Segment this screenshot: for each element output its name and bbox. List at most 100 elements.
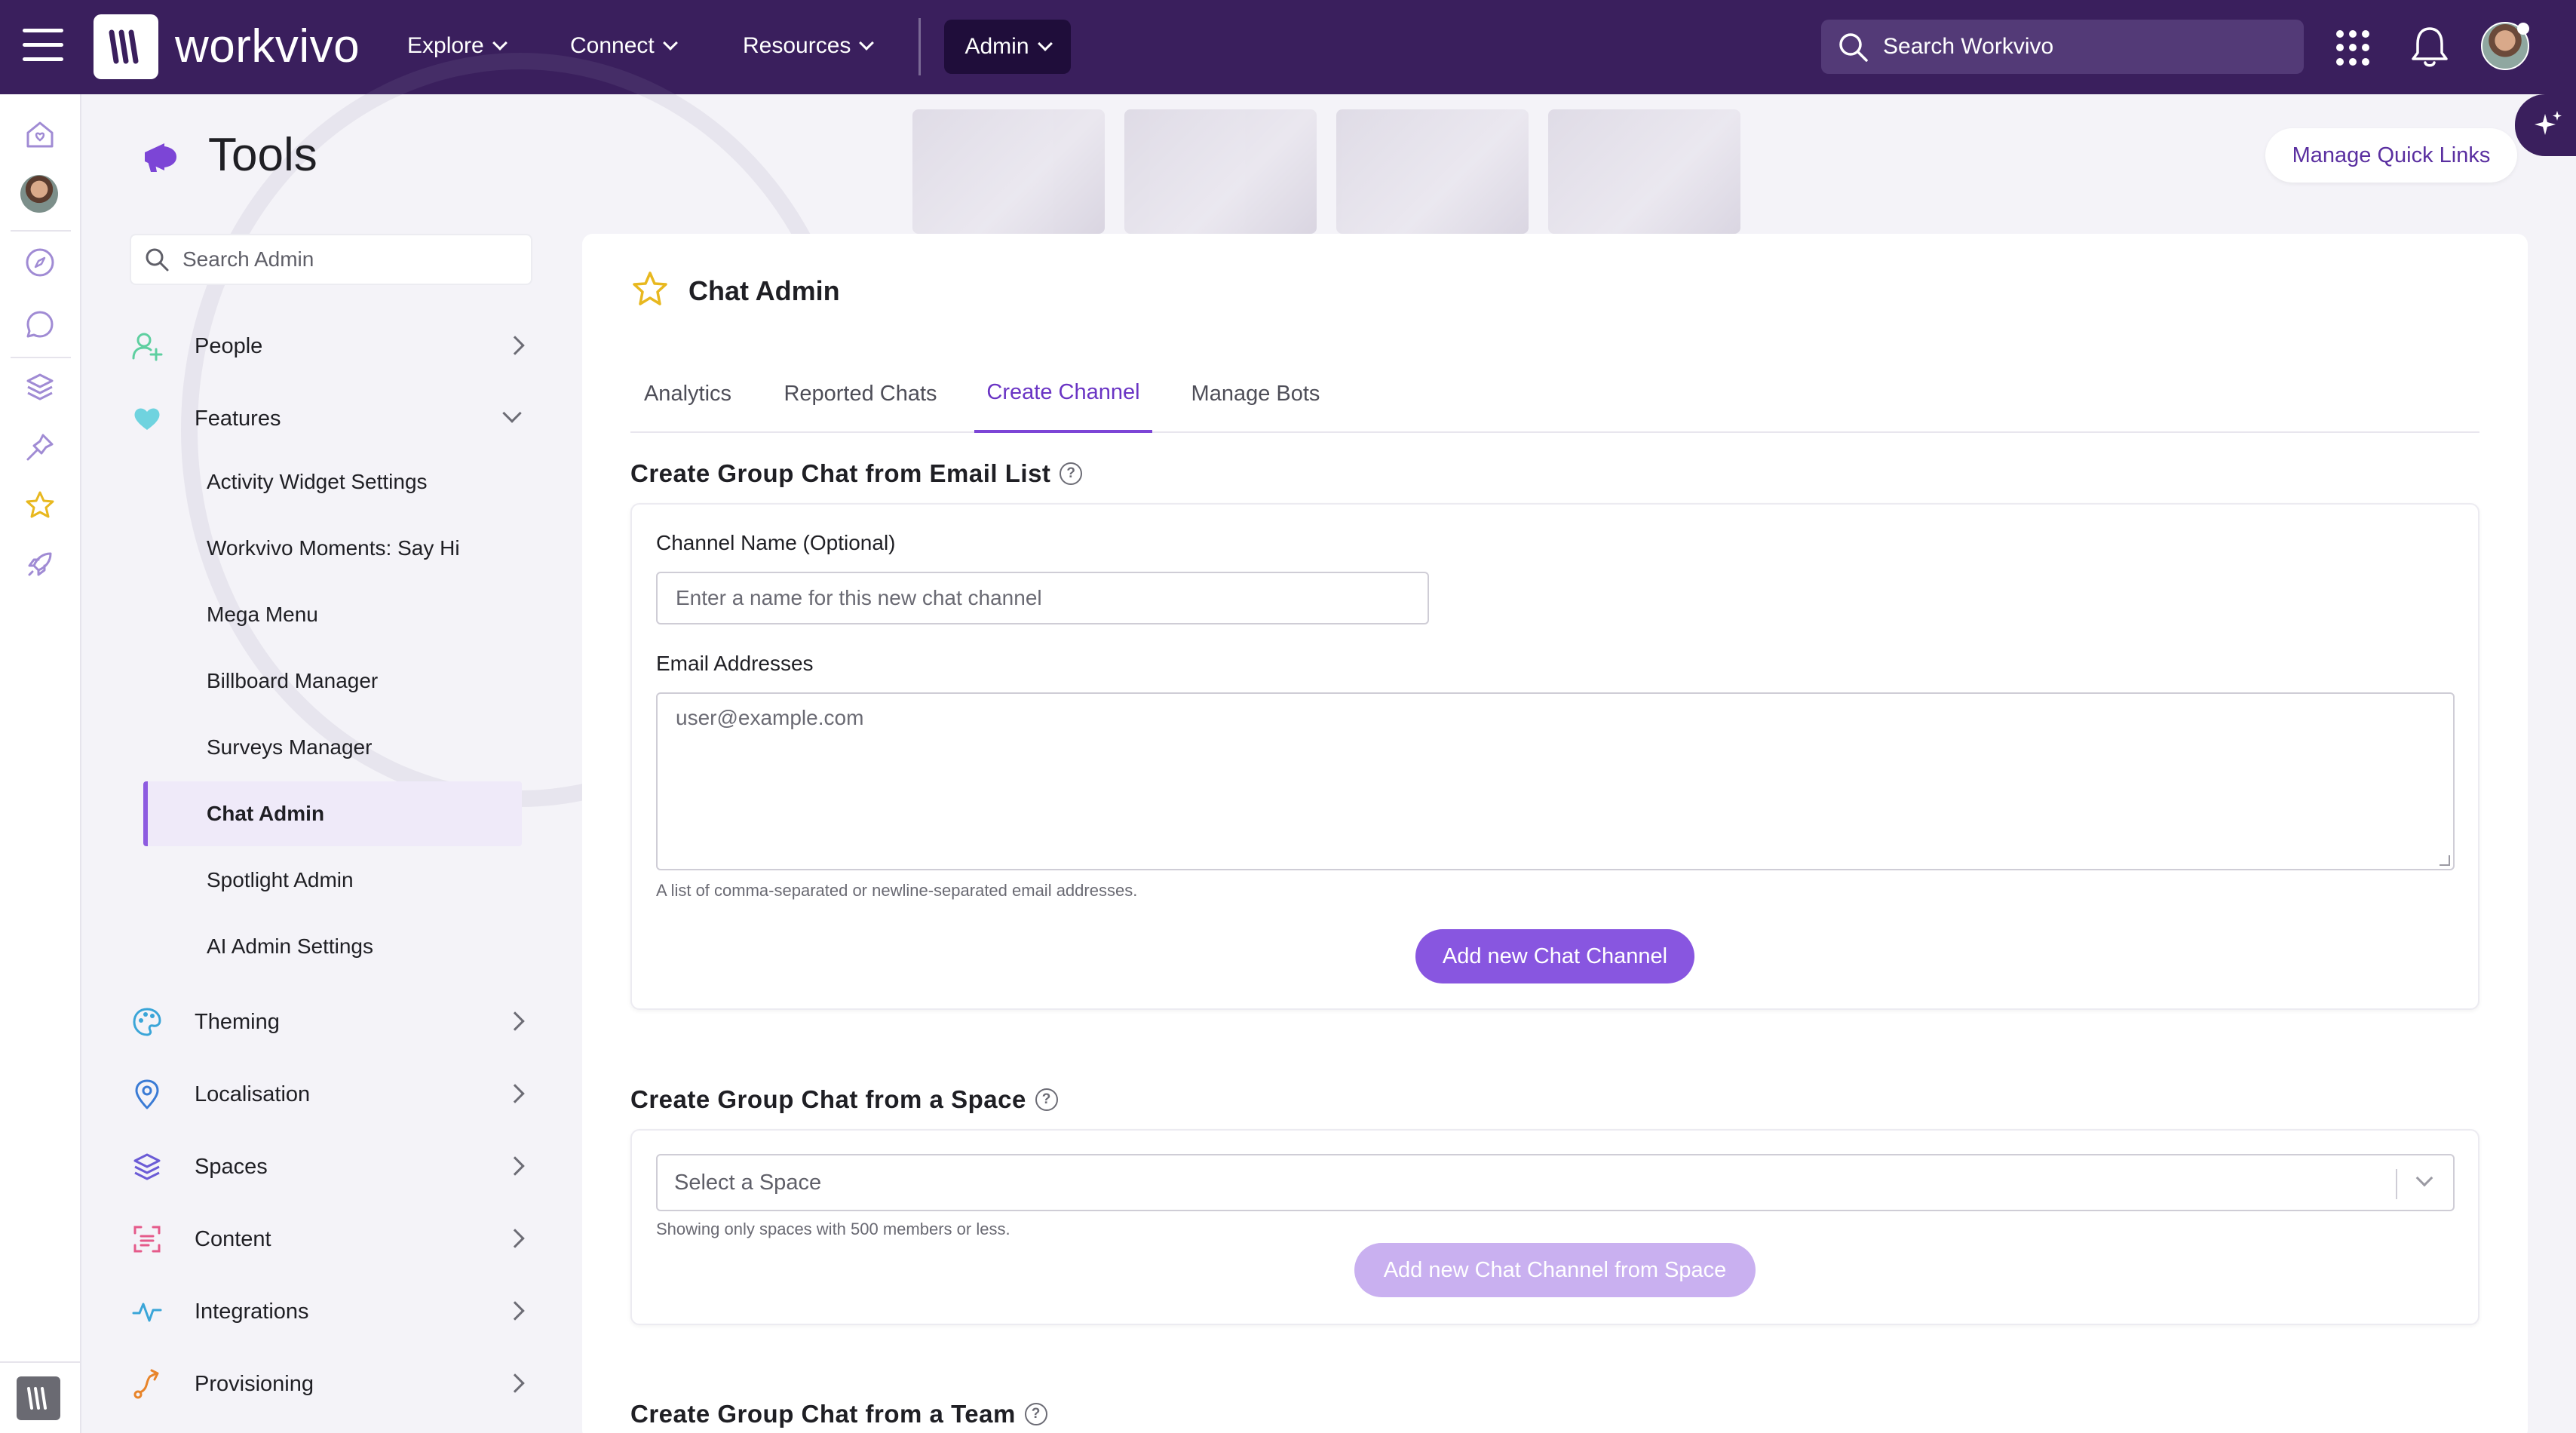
star-icon[interactable] — [23, 488, 57, 523]
nav-connect[interactable]: Connect — [570, 30, 678, 62]
select-divider — [2396, 1169, 2397, 1199]
chevron-right-icon — [505, 1156, 525, 1176]
channel-name-input[interactable]: Enter a name for this new chat channel — [656, 572, 1429, 624]
chevron-right-icon — [505, 1373, 525, 1393]
chevron-down-icon — [1037, 36, 1053, 51]
tab-reported-chats[interactable]: Reported Chats — [774, 354, 947, 433]
sidebar-item-surveys-manager[interactable]: Surveys Manager — [143, 715, 522, 780]
ai-assistant-button[interactable] — [2515, 94, 2576, 156]
top-navigation-bar: workvivo Explore Connect Resources Admin… — [0, 0, 2576, 94]
route-icon — [130, 1367, 164, 1401]
chevron-right-icon — [505, 1301, 525, 1321]
email-addresses-label: Email Addresses — [656, 652, 814, 675]
add-chat-channel-button[interactable]: Add new Chat Channel — [1415, 929, 1694, 983]
workvivo-logo-icon[interactable] — [94, 14, 158, 79]
chevron-down-icon — [2415, 1169, 2433, 1187]
status-dot — [2517, 23, 2529, 35]
tab-analytics[interactable]: Analytics — [630, 354, 745, 433]
sidebar-item-mega-menu[interactable]: Mega Menu — [143, 582, 522, 647]
chevron-right-icon — [505, 1084, 525, 1103]
sidebar-item-workvivo-moments[interactable]: Workvivo Moments: Say Hi — [143, 516, 522, 581]
sidebar-item-label: Integrations — [195, 1299, 309, 1324]
sidebar-item-billboard-manager[interactable]: Billboard Manager — [143, 649, 522, 713]
sidebar-item-activity-widget-settings[interactable]: Activity Widget Settings — [143, 450, 522, 514]
channel-name-label: Channel Name (Optional) — [656, 531, 896, 554]
sidebar-item-provisioning[interactable]: Provisioning — [130, 1361, 532, 1407]
apps-grid-icon[interactable] — [2336, 30, 2372, 66]
chevron-down-icon — [662, 35, 678, 51]
help-icon[interactable]: ? — [1035, 1088, 1058, 1111]
sidebar-item-integrations[interactable]: Integrations — [130, 1289, 532, 1334]
sidebar-item-people[interactable]: People — [130, 324, 532, 369]
sidebar-item-chat-admin[interactable]: Chat Admin — [143, 781, 522, 846]
compass-icon[interactable] — [23, 245, 57, 280]
email-addresses-placeholder: user@example.com — [676, 706, 864, 729]
sidebar-item-label: Localisation — [195, 1082, 311, 1106]
sidebar-item-ai-admin-settings[interactable]: AI Admin Settings — [143, 914, 522, 979]
sidebar-item-features[interactable]: Features — [130, 396, 532, 441]
location-pin-icon — [130, 1077, 164, 1112]
search-icon — [1839, 33, 1868, 62]
sidebar-item-theming[interactable]: Theming — [130, 999, 532, 1045]
chevron-right-icon — [505, 1229, 525, 1248]
favorite-star-icon[interactable] — [630, 270, 670, 309]
sidebar-item-label: Theming — [195, 1009, 280, 1034]
nav-admin[interactable]: Admin — [944, 20, 1071, 74]
chat-admin-tabs: Analytics Reported Chats Create Channel … — [630, 354, 2479, 433]
nav-resources[interactable]: Resources — [743, 30, 875, 62]
chevron-down-icon — [492, 35, 508, 51]
chevron-down-icon — [502, 404, 522, 423]
rail-divider — [11, 230, 71, 232]
notifications-bell-icon[interactable] — [2409, 24, 2451, 69]
space-section-title: Create Group Chat from a Space ? — [630, 1083, 1058, 1116]
space-select[interactable]: Select a Space — [656, 1154, 2455, 1211]
email-addresses-textarea[interactable]: user@example.com — [656, 692, 2455, 870]
layers-icon — [130, 1149, 164, 1184]
tab-manage-bots[interactable]: Manage Bots — [1178, 354, 1333, 433]
sidebar-item-spotlight-admin[interactable]: Spotlight Admin — [143, 848, 522, 913]
rocket-icon[interactable] — [23, 547, 57, 581]
scan-icon — [130, 1222, 164, 1257]
add-chat-channel-from-space-button[interactable]: Add new Chat Channel from Space — [1354, 1243, 1756, 1297]
sidebar-item-label: Provisioning — [195, 1371, 314, 1396]
home-icon[interactable] — [23, 117, 57, 152]
palette-icon — [130, 1005, 164, 1039]
header-banner-images — [912, 109, 1746, 234]
help-icon[interactable]: ? — [1060, 462, 1083, 485]
workvivo-mini-logo-icon[interactable] — [17, 1376, 60, 1420]
chevron-right-icon — [505, 336, 525, 355]
chat-icon[interactable] — [23, 307, 57, 342]
admin-search-input[interactable]: Search Admin — [130, 234, 532, 285]
pin-icon[interactable] — [23, 430, 57, 465]
sparkle-icon — [2535, 111, 2562, 135]
rail-divider — [11, 357, 71, 358]
card-title: Chat Admin — [688, 275, 840, 306]
sidebar-item-spaces[interactable]: Spaces — [130, 1144, 532, 1189]
sidebar-item-localisation[interactable]: Localisation — [130, 1072, 532, 1117]
layers-icon[interactable] — [23, 370, 57, 404]
manage-quick-links-button[interactable]: Manage Quick Links — [2265, 128, 2517, 183]
resize-handle-icon[interactable] — [2440, 855, 2450, 866]
chevron-down-icon — [859, 35, 875, 51]
admin-search-placeholder: Search Admin — [182, 247, 314, 271]
sidebar-item-label: Spaces — [195, 1154, 268, 1179]
page-title: Tools — [208, 129, 317, 181]
help-icon[interactable]: ? — [1024, 1403, 1047, 1425]
email-section-title: Create Group Chat from Email List ? — [630, 457, 1083, 490]
left-rail — [0, 94, 81, 1433]
sidebar-item-content[interactable]: Content — [130, 1217, 532, 1262]
heart-icon — [130, 401, 164, 436]
menu-icon[interactable] — [23, 29, 63, 62]
space-select-hint: Showing only spaces with 500 members or … — [656, 1220, 1010, 1238]
sidebar-item-label: Features — [195, 406, 281, 431]
tab-create-channel[interactable]: Create Channel — [974, 354, 1152, 433]
sidebar-item-label: People — [195, 333, 263, 358]
global-search-placeholder: Search Workvivo — [1883, 34, 2054, 59]
chevron-right-icon — [505, 1011, 525, 1031]
search-icon — [146, 248, 169, 272]
profile-avatar[interactable] — [20, 175, 58, 213]
add-user-icon — [130, 329, 164, 364]
activity-icon — [130, 1294, 164, 1329]
global-search-input[interactable]: Search Workvivo — [1821, 20, 2304, 74]
brand-name: workvivo — [175, 20, 360, 72]
